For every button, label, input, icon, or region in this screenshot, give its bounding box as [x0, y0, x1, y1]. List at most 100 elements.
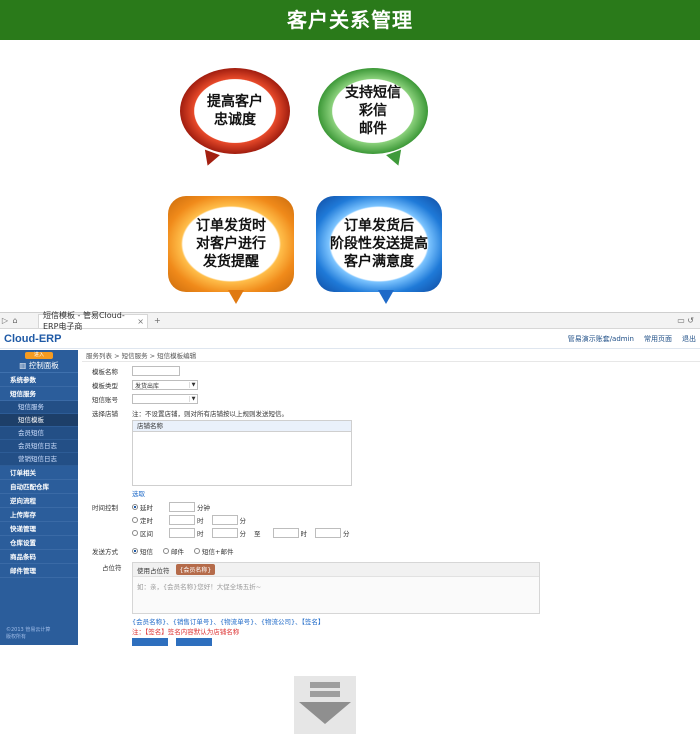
bubble-line: 客户满意度 [344, 254, 414, 270]
erp-screenshot: ▷ ⌂ 短信模板 - 管易Cloud-ERP电子商 × + ▭ ↺ Cloud-… [0, 311, 700, 646]
sidebar-group[interactable]: 上传库存 [0, 508, 78, 522]
range-start-hour-input[interactable] [169, 528, 195, 538]
sms-account-label: 短信账号 [92, 396, 118, 404]
sidebar-item[interactable]: 短信服务 [0, 401, 78, 414]
store-label: 选择店铺 [92, 410, 118, 418]
sidebar-group[interactable]: 逆向流程 [0, 494, 78, 508]
sidebar-item[interactable]: 营销短信日志 [0, 453, 78, 466]
sidebar-group[interactable]: 仓库设置 [0, 536, 78, 550]
bubble-loyalty: 提高客户 忠诚度 [180, 68, 290, 169]
tab-title: 短信模板 - 管易Cloud-ERP电子商 [43, 311, 125, 331]
side-tag[interactable]: 进入 [25, 352, 53, 359]
radio-delay[interactable] [132, 504, 138, 510]
home-link[interactable]: 常用页面 [644, 334, 672, 344]
range-end-hour-input[interactable] [272, 528, 299, 538]
sidebar-group[interactable]: 商品条码 [0, 550, 78, 564]
store-row: 选择店铺 注：不设置店铺，则对所有店铺按以上规则发送短信。 [92, 408, 288, 418]
template-name-input[interactable] [132, 366, 180, 376]
unit-minute: 分钟 [197, 504, 210, 512]
window-controls-icon[interactable]: ▭ ↺ [677, 316, 694, 325]
new-tab-button[interactable]: + [154, 316, 161, 325]
time-label: 时间控制 [92, 504, 118, 512]
control-panel-label: 控制面板 [28, 361, 59, 370]
fixed-hour-input[interactable] [169, 515, 195, 525]
radio-sms[interactable] [132, 548, 138, 554]
radio-fixed[interactable] [132, 517, 138, 523]
radio-range-label: 区间 [140, 530, 153, 538]
sidebar-group[interactable]: 自动匹配仓库 [0, 480, 78, 494]
bubble-tail [378, 290, 394, 304]
select-link[interactable]: 选取 [132, 488, 145, 498]
down-arrow-icon [294, 676, 356, 734]
app-logo: Cloud-ERP [4, 332, 62, 345]
hour-label: 时 [300, 530, 308, 538]
store-note: 注：不设置店铺，则对所有店铺按以上规则发送短信。 [132, 410, 288, 418]
radio-sms-email[interactable] [194, 548, 200, 554]
footer-line: 版权所有 [6, 634, 27, 640]
sidebar-item[interactable]: 会员短信 [0, 427, 78, 440]
bubble-satisfaction: 订单发货后 阶段性发送提高 客户满意度 [316, 196, 442, 304]
page-banner: 客户关系管理 [0, 0, 700, 40]
sidebar-footer: ©2013 管易云计算 版权所有 [6, 627, 50, 641]
time-range-row: 区间 时 分 至 时 分 [132, 528, 350, 538]
bubble-line: 发货提醒 [203, 254, 259, 270]
bubble-support: 支持短信 彩信 邮件 [318, 68, 428, 169]
bubble-line: 支持短信 [345, 85, 401, 101]
send-row: 短信 邮件 短信+邮件 [132, 546, 233, 556]
range-start-minute-input[interactable] [211, 528, 238, 538]
bubble-tail [386, 149, 406, 169]
arrow-bar [310, 691, 340, 697]
browser-tab[interactable]: 短信模板 - 管易Cloud-ERP电子商 × [38, 311, 148, 331]
message-textarea[interactable]: 如：亲，{会员名称}您好！大促全场五折~ [133, 577, 539, 595]
member-name-tag-button[interactable]: {会员名称} [175, 564, 216, 575]
bubble-line: 订单发货后 [344, 218, 414, 234]
dashboard-icon: ▥ [19, 361, 29, 370]
footer-line: ©2013 管易云计算 [6, 627, 51, 633]
radio-fixed-label: 定时 [140, 517, 153, 525]
exit-link[interactable]: 退出 [682, 334, 696, 344]
bubble-line: 对客户进行 [196, 236, 266, 252]
sidebar-item-active[interactable]: 短信模板 [0, 414, 78, 427]
template-type-label: 模板类型 [92, 382, 118, 390]
template-type-row: 模板类型 发货出库 ▼ [92, 380, 198, 390]
template-type-value: 发货出库 [135, 382, 160, 390]
minute-label: 分 [239, 517, 247, 525]
range-end-minute-input[interactable] [315, 528, 341, 538]
back-button[interactable] [176, 638, 212, 646]
sidebar-group[interactable]: 短信服务 [0, 387, 78, 401]
delay-minutes-input[interactable] [169, 502, 195, 512]
radio-sms-email-label: 短信+邮件 [202, 548, 234, 556]
hour-label: 时 [197, 517, 204, 525]
template-type-select[interactable]: 发货出库 ▼ [132, 380, 198, 390]
bubble-line: 邮件 [359, 121, 387, 137]
sidebar-item[interactable]: 会员短信日志 [0, 440, 78, 453]
breadcrumb: 服务列表 > 短信服务 > 短信模板编辑 [82, 350, 700, 362]
bubble-line: 忠诚度 [214, 112, 256, 128]
sidebar-group[interactable]: 订单相关 [0, 466, 78, 480]
placeholder-label: 占位符 [102, 564, 122, 572]
sidebar-group[interactable]: 邮件管理 [0, 564, 78, 578]
bubble-line: 阶段性发送提高 [330, 236, 428, 252]
sidebar-group[interactable]: 系统参数 [0, 373, 78, 387]
sms-account-select[interactable]: ▼ [132, 394, 198, 404]
sidebar-group[interactable]: 快递管理 [0, 522, 78, 536]
fixed-minute-input[interactable] [211, 515, 238, 525]
home-icon[interactable]: ⌂ [10, 316, 20, 325]
user-link[interactable]: 管易演示账套/admin [568, 334, 634, 344]
bubble-tail [200, 149, 220, 169]
store-table-header: 店铺名称 [133, 421, 351, 432]
sms-account-row: 短信账号 ▼ [92, 394, 198, 404]
bubble-tail [228, 290, 244, 304]
radio-email[interactable] [163, 548, 169, 554]
control-panel[interactable]: ▥ 控制面板 [0, 359, 78, 373]
main-panel: 服务列表 > 短信服务 > 短信模板编辑 模板名称 模板类型 发货出库 ▼ 短信… [82, 350, 700, 646]
radio-range[interactable] [132, 530, 138, 536]
back-icon[interactable]: ▷ [0, 316, 10, 325]
radio-delay-label: 延时 [140, 504, 153, 512]
save-button[interactable] [132, 638, 168, 646]
template-name-label: 模板名称 [92, 368, 118, 376]
store-table: 店铺名称 [132, 420, 352, 486]
close-icon[interactable]: × [137, 317, 144, 326]
arrow-bar [310, 682, 340, 688]
browser-bar: ▷ ⌂ 短信模板 - 管易Cloud-ERP电子商 × + ▭ ↺ [0, 311, 700, 331]
